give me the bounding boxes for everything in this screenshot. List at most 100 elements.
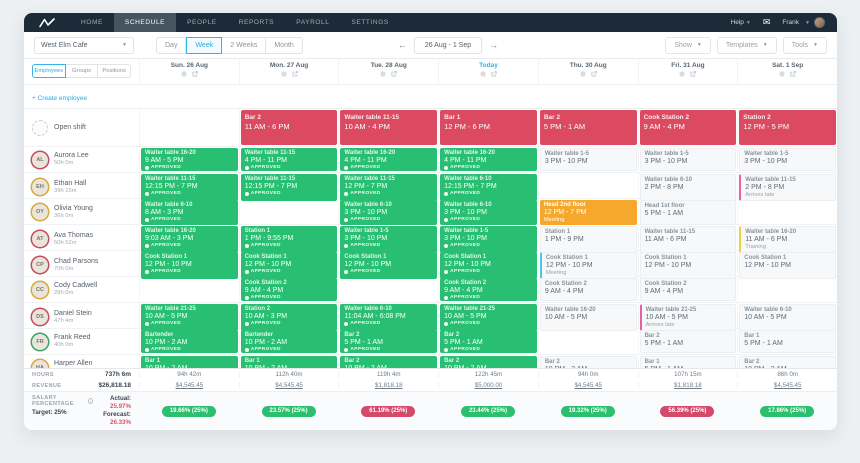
approved-shift-card[interactable]: Waiter table 16-20 4 PM - 11 PM APPROVED: [440, 148, 537, 171]
pending-shift-card[interactable]: Waiter table 21-25 10 AM - 5 PM Arrives la…: [639, 304, 737, 331]
revenue-day-link[interactable]: $4,545.45: [238, 382, 339, 389]
employee-item-frank-reed[interactable]: FR Frank Reed 40h 0m: [24, 329, 139, 354]
revenue-day-link[interactable]: $4,545.45: [139, 382, 239, 389]
export-icon[interactable]: [391, 71, 397, 77]
gear-icon[interactable]: [479, 71, 486, 77]
revenue-day-link[interactable]: $1,818.18: [338, 382, 438, 389]
messages-icon[interactable]: ✉: [763, 17, 771, 28]
approved-shift-card[interactable]: Station 2 10 AM - 3 PM APPROVED: [240, 304, 338, 331]
pending-shift-card[interactable]: Cook Station 1 12 PM - 10 PM Meeting: [539, 252, 637, 279]
employee-item-cody-cadwell[interactable]: CC Cody Cadwell 28h 0m: [24, 277, 139, 302]
approved-shift-card[interactable]: Cook Station 1 12 PM - 10 PM APPROVED: [240, 252, 338, 279]
approved-shift-card[interactable]: Waiter table 11-15 4 PM - 11 PM APPROVED: [240, 148, 338, 171]
next-week-button[interactable]: →: [486, 40, 501, 50]
warning-shift-card[interactable]: Head 2nd floor 12 PM - 7 PM Meeting: [539, 200, 637, 225]
approved-shift-card[interactable]: Bar 210 PM - 2 AMAPPROVED: [440, 356, 537, 368]
gear-icon[interactable]: [280, 71, 287, 77]
approved-shift-card[interactable]: Waiter table 6-10 8 AM - 3 PM APPROVED: [141, 200, 238, 225]
approved-shift-card[interactable]: Station 11 PM - 9:55 PM APPROVED: [240, 226, 338, 253]
open-shift-card[interactable]: Bar 1 12 PM - 6 PM: [440, 110, 537, 145]
view-button-2-weeks[interactable]: 2 Weeks: [222, 36, 267, 54]
pending-shift-card[interactable]: Station 11 PM - 9 PM: [539, 226, 637, 253]
revenue-day-link[interactable]: $5,000.00: [438, 382, 538, 389]
nav-item-home[interactable]: HOME: [70, 13, 114, 32]
approved-shift-card[interactable]: Bar 25 PM - 1 AM APPROVED: [440, 330, 537, 353]
approved-shift-card[interactable]: Bartender 10 PM - 2 AM APPROVED: [141, 330, 238, 353]
gear-icon[interactable]: [579, 71, 586, 77]
nav-item-schedule[interactable]: SCHEDULE: [113, 13, 177, 32]
sidebar-tab-positions[interactable]: Positions: [98, 64, 132, 78]
approved-shift-card[interactable]: Bar 210 PM - 2 AMAPPROVED: [340, 356, 438, 368]
approved-shift-card[interactable]: Cook Station 1 12 PM - 10 PM APPROVED: [340, 252, 438, 279]
open-shift-card[interactable]: Waiter table 11-15 10 AM - 4 PM: [340, 110, 438, 145]
export-icon[interactable]: [591, 71, 597, 77]
approved-shift-card[interactable]: Waiter table 6-10 12:15 PM - 7 PM APPROVED: [440, 174, 537, 201]
approved-shift-card[interactable]: Cook Station 1 12 PM - 10 PM APPROVED: [141, 252, 238, 279]
employee-item-ava-thomas[interactable]: AT Ava Thomas 50h 52m: [24, 225, 139, 254]
approved-shift-card[interactable]: Waiter table 16-20 9 AM - 5 PM APPROVED: [141, 148, 238, 171]
approved-shift-card[interactable]: Bar 25 PM - 1 AM APPROVED: [340, 330, 438, 353]
tools-button[interactable]: Tools ▼: [782, 36, 827, 54]
pending-shift-card[interactable]: Waiter table 1-5 3 PM - 10 PM: [739, 148, 836, 171]
approved-shift-card[interactable]: Waiter table 6-10 3 PM - 10 PM APPROVED: [440, 200, 537, 225]
open-shift-card[interactable]: Station 2 12 PM - 5 PM: [739, 110, 836, 145]
pending-shift-card[interactable]: Bar 25 PM - 1 AM: [639, 330, 737, 353]
date-range[interactable]: 26 Aug - 1 Sep: [413, 36, 483, 54]
help-menu[interactable]: Help ▼: [731, 19, 751, 26]
export-icon[interactable]: [192, 71, 198, 77]
open-shift-card[interactable]: Bar 25 PM - 1 AM: [539, 110, 637, 145]
pending-shift-card[interactable]: Waiter table 6-10 2 PM - 8 PM: [639, 174, 737, 201]
approved-shift-card[interactable]: Waiter table 11-15 12:15 PM - 7 PM APPROVE…: [240, 174, 338, 201]
export-icon[interactable]: [292, 71, 298, 77]
approved-shift-card[interactable]: Waiter table 6-10 3 PM - 10 PM APPROVED: [340, 200, 438, 225]
approved-shift-card[interactable]: Cook Station 29 AM - 4 PM APPROVED: [240, 278, 338, 301]
nav-item-people[interactable]: PEOPLE: [176, 13, 228, 32]
employee-item-daniel-stein[interactable]: DS Daniel Stein 47h 4m: [24, 303, 139, 332]
pending-shift-card[interactable]: Cook Station 1 12 PM - 10 PM: [739, 252, 836, 279]
approved-shift-card[interactable]: Waiter table 16-20 9:03 AM - 3 PM APPROVED: [141, 226, 238, 253]
nav-item-settings[interactable]: SETTINGS: [340, 13, 399, 32]
gear-icon[interactable]: [679, 71, 686, 77]
prev-week-button[interactable]: ←: [395, 40, 410, 50]
pending-shift-card[interactable]: Waiter table 11-15 2 PM - 8 PM Arrives lat…: [739, 174, 836, 201]
approved-shift-card[interactable]: Waiter table 1-5 3 PM - 10 PM APPROVED: [340, 226, 438, 253]
employee-item-olivia-young[interactable]: OY Olivia Young 36h 0m: [24, 199, 139, 226]
create-employee-link[interactable]: + Create employee: [32, 95, 87, 102]
open-shift-cell[interactable]: Open shift: [24, 109, 139, 146]
approved-shift-card[interactable]: Bartender 10 PM - 2 AM APPROVED: [240, 330, 338, 353]
pending-shift-card[interactable]: Waiter table 6-10 10 AM - 5 PM: [739, 304, 836, 331]
app-logo-icon[interactable]: [24, 13, 70, 32]
gear-icon[interactable]: [779, 71, 786, 77]
approved-shift-card[interactable]: Bar 110 PM - 2 AMAPPROVED: [141, 356, 238, 368]
pending-shift-card[interactable]: Waiter table 16-20 10 AM - 5 PM: [539, 304, 637, 331]
approved-shift-card[interactable]: Cook Station 29 AM - 4 PM APPROVED: [440, 278, 537, 301]
pending-shift-card[interactable]: Bar 210 PM - 2 AM: [539, 356, 637, 368]
pending-shift-card[interactable]: Waiter table 16-20 11 AM - 6 PM Training: [739, 226, 836, 253]
pending-shift-card[interactable]: Waiter table 1-5 3 PM - 10 PM: [539, 148, 637, 171]
gear-icon[interactable]: [180, 71, 187, 77]
approved-shift-card[interactable]: Waiter table 16-20 4 PM - 11 PM APPROVED: [340, 148, 438, 171]
pending-shift-card[interactable]: Bar 15 PM - 1 AM: [639, 356, 737, 368]
revenue-day-link[interactable]: $4,545.45: [537, 382, 638, 389]
open-shift-card[interactable]: Cook Station 29 AM - 4 PM: [639, 110, 737, 145]
pending-shift-card[interactable]: Waiter table 1-5 3 PM - 10 PM: [639, 148, 737, 171]
approved-shift-card[interactable]: Waiter table 11-15 12 PM - 7 PM APPROVED: [340, 174, 438, 201]
pending-shift-card[interactable]: Cook Station 29 AM - 4 PM: [539, 278, 637, 301]
pending-shift-card[interactable]: Bar 15 PM - 1 AM: [739, 330, 836, 353]
pending-shift-card[interactable]: Waiter table 11-15 11 AM - 6 PM: [639, 226, 737, 253]
export-icon[interactable]: [491, 71, 497, 77]
export-icon[interactable]: [790, 71, 796, 77]
employee-item-aurora-lee[interactable]: AL Aurora Lee 50h 0m: [24, 147, 139, 172]
user-menu[interactable]: Frank ▼: [782, 17, 825, 28]
approved-shift-card[interactable]: Bar 110 PM - 2 AMAPPROVED: [240, 356, 338, 368]
nav-item-reports[interactable]: REPORTS: [228, 13, 286, 32]
view-button-week[interactable]: Week: [186, 36, 223, 54]
location-select[interactable]: West Elm Cafe ▼: [34, 36, 134, 54]
sidebar-tab-groups[interactable]: Groups: [65, 64, 99, 78]
approved-shift-card[interactable]: Waiter table 1-5 3 PM - 10 PM APPROVED: [440, 226, 537, 253]
show-button[interactable]: Show ▼: [665, 36, 711, 54]
pending-shift-card[interactable]: Cook Station 29 AM - 4 PM: [639, 278, 737, 301]
pending-shift-card[interactable]: Bar 210 PM - 2 AM: [739, 356, 836, 368]
approved-shift-card[interactable]: Cook Station 1 12 PM - 10 PM APPROVED: [440, 252, 537, 279]
approved-shift-card[interactable]: Waiter table 21-25 10 AM - 5 PM APPROVED: [440, 304, 537, 331]
